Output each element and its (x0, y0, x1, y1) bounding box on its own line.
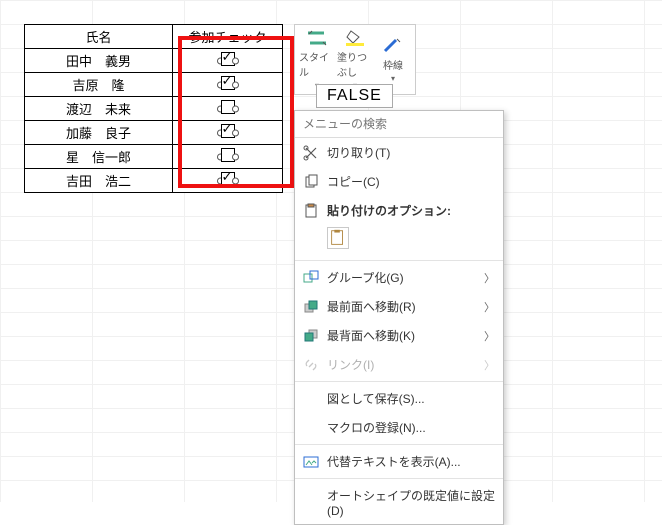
name-cell: 吉田 浩二 (25, 169, 173, 193)
menu-item-save-picture[interactable]: 図として保存(S)... (295, 384, 503, 413)
fill-label: 塗りつぶし (337, 49, 373, 79)
menu-item-label: コピー(C) (327, 173, 380, 190)
context-menu: 切り取り(T) コピー(C) 貼り付けのオプション: グループ化(G) 〉 最前… (294, 110, 504, 525)
menu-item-group[interactable]: グループ化(G) 〉 (295, 263, 503, 292)
menu-item-label: 切り取り(T) (327, 144, 390, 161)
name-cell: 吉原 隆 (25, 73, 173, 97)
participant-table: 氏名 参加チェック 田中 義男吉原 隆渡辺 未来加藤 良子星 信一郎吉田 浩二 (24, 24, 283, 193)
menu-separator (295, 478, 503, 479)
menu-item-label: グループ化(G) (327, 269, 404, 286)
check-cell (173, 145, 283, 169)
check-cell (173, 97, 283, 121)
table-row: 吉田 浩二 (25, 169, 283, 193)
style-icon (306, 29, 328, 47)
menu-item-label: リンク(I) (327, 356, 374, 373)
scissors-icon (303, 145, 319, 161)
menu-item-default-autoshape[interactable]: オートシェイプの既定値に設定(D) (295, 481, 503, 524)
group-icon (303, 270, 319, 286)
selection-handle-icon[interactable] (232, 81, 239, 88)
name-cell: 星 信一郎 (25, 145, 173, 169)
menu-separator (295, 381, 503, 382)
outline-button[interactable]: 枠線 ▾ (375, 27, 411, 92)
menu-search-input[interactable] (295, 111, 503, 138)
check-cell (173, 169, 283, 193)
outline-icon (382, 37, 404, 55)
menu-item-alt-text[interactable]: 代替テキストを表示(A)... (295, 447, 503, 476)
style-label: スタイル (299, 49, 335, 79)
name-cell: 加藤 良子 (25, 121, 173, 145)
menu-item-bring-front[interactable]: 最前面へ移動(R) 〉 (295, 292, 503, 321)
selection-handle-icon[interactable] (232, 57, 239, 64)
outline-label: 枠線 (383, 57, 403, 72)
menu-item-label: 図として保存(S)... (327, 390, 425, 407)
check-cell (173, 49, 283, 73)
paste-option-button[interactable] (327, 227, 349, 249)
name-cell: 田中 義男 (25, 49, 173, 73)
menu-item-assign-macro[interactable]: マクロの登録(N)... (295, 413, 503, 442)
menu-item-send-back[interactable]: 最背面へ移動(K) 〉 (295, 321, 503, 350)
check-cell (173, 121, 283, 145)
selection-handle-icon[interactable] (232, 177, 239, 184)
header-check: 参加チェック (173, 25, 283, 49)
selection-handle-icon[interactable] (232, 105, 239, 112)
menu-separator (295, 260, 503, 261)
menu-separator (295, 444, 503, 445)
name-cell: 渡辺 未来 (25, 97, 173, 121)
menu-item-copy[interactable]: コピー(C) (295, 167, 503, 196)
bring-front-icon (303, 299, 319, 315)
fill-icon (344, 29, 366, 47)
chevron-right-icon: 〉 (484, 270, 495, 286)
menu-item-label: 最背面へ移動(K) (327, 327, 415, 344)
selection-handle-icon[interactable] (232, 129, 239, 136)
copy-icon (303, 174, 319, 190)
menu-item-label: 代替テキストを表示(A)... (327, 453, 461, 470)
menu-item-label: 貼り付けのオプション: (327, 202, 451, 219)
menu-item-label: オートシェイプの既定値に設定(D) (327, 487, 495, 518)
table-row: 渡辺 未来 (25, 97, 283, 121)
menu-item-cut[interactable]: 切り取り(T) (295, 138, 503, 167)
menu-item-label: マクロの登録(N)... (327, 419, 426, 436)
clipboard-icon (303, 203, 319, 219)
chevron-right-icon: 〉 (484, 328, 495, 344)
link-icon (303, 357, 319, 373)
menu-item-link: リンク(I) 〉 (295, 350, 503, 379)
cell-value-display: FALSE (316, 84, 393, 108)
selection-handle-icon[interactable] (232, 153, 239, 160)
table-row: 吉原 隆 (25, 73, 283, 97)
table-row: 星 信一郎 (25, 145, 283, 169)
header-name: 氏名 (25, 25, 173, 49)
chevron-right-icon: 〉 (484, 299, 495, 315)
chevron-right-icon: 〉 (484, 357, 495, 373)
menu-item-label: 最前面へ移動(R) (327, 298, 416, 315)
send-back-icon (303, 328, 319, 344)
menu-item-paste-header: 貼り付けのオプション: (295, 196, 503, 225)
table-header-row: 氏名 参加チェック (25, 25, 283, 49)
style-button[interactable]: スタイル ▾ (299, 27, 335, 92)
chevron-down-icon: ▾ (391, 74, 395, 83)
table-row: 加藤 良子 (25, 121, 283, 145)
paste-options-row (295, 225, 503, 258)
table-row: 田中 義男 (25, 49, 283, 73)
fill-button[interactable]: 塗りつぶし ▾ (337, 27, 373, 92)
check-cell (173, 73, 283, 97)
alt-text-icon (303, 454, 319, 470)
